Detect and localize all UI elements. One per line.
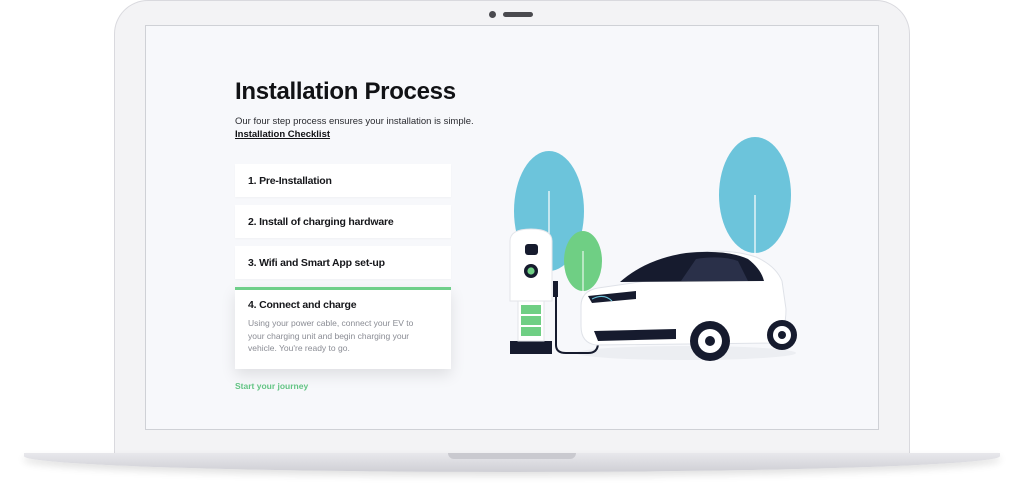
camera-sensor bbox=[503, 12, 533, 17]
installation-checklist-link[interactable]: Installation Checklist bbox=[235, 129, 330, 140]
intro-text: Our four step process ensures your insta… bbox=[235, 116, 474, 127]
tree-icon bbox=[719, 137, 791, 271]
step-title: 4. Connect and charge bbox=[248, 299, 357, 311]
tree-icon bbox=[564, 231, 602, 296]
step-pre-installation[interactable]: 1. Pre-Installation bbox=[235, 164, 451, 197]
step-title: 1. Pre-Installation bbox=[248, 174, 332, 187]
camera-icon bbox=[489, 11, 496, 18]
screen: Installation Process Our four step proce… bbox=[145, 25, 879, 430]
step-title: 3. Wifi and Smart App set-up bbox=[248, 256, 385, 269]
step-install-hardware[interactable]: 2. Install of charging hardware bbox=[235, 205, 451, 238]
step-connect-and-charge[interactable]: 4. Connect and charge Using your power c… bbox=[235, 287, 451, 369]
step-title: 2. Install of charging hardware bbox=[248, 215, 394, 228]
laptop-notch bbox=[448, 453, 576, 459]
step-description: Using your power cable, connect your EV … bbox=[248, 318, 414, 353]
car-icon bbox=[580, 250, 797, 361]
ev-charging-illustration bbox=[509, 137, 797, 361]
start-journey-link[interactable]: Start your journey bbox=[235, 381, 308, 391]
step-wifi-app-setup[interactable]: 3. Wifi and Smart App set-up bbox=[235, 246, 451, 279]
page-title: Installation Process bbox=[235, 78, 456, 105]
